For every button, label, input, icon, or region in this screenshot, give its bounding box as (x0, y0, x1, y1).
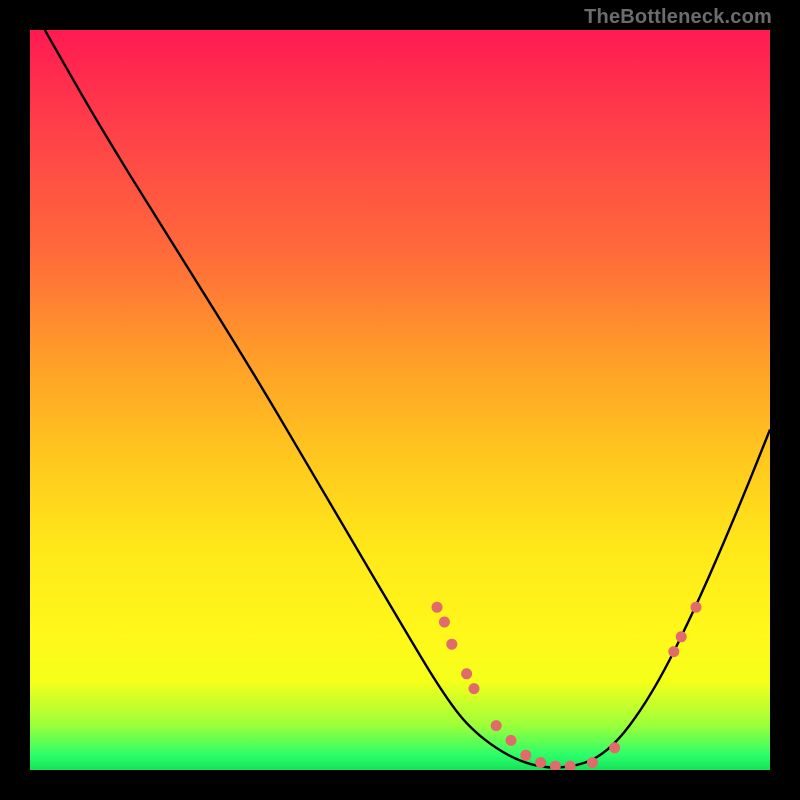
data-marker (550, 761, 561, 770)
data-marker (565, 761, 576, 770)
data-marker (491, 720, 502, 731)
data-marker (676, 631, 687, 642)
attribution-text: TheBottleneck.com (584, 6, 772, 29)
data-marker (446, 639, 457, 650)
bottleneck-curve (45, 30, 770, 768)
curve-svg (30, 30, 770, 770)
data-marker (520, 750, 531, 761)
data-marker (432, 602, 443, 613)
data-marker (609, 742, 620, 753)
data-marker (668, 646, 679, 657)
plot-area (30, 30, 770, 770)
data-marker (587, 757, 598, 768)
chart-frame: TheBottleneck.com (0, 0, 800, 800)
data-marker (469, 683, 480, 694)
data-marker (461, 668, 472, 679)
data-marker (691, 602, 702, 613)
data-marker (439, 617, 450, 628)
data-marker (506, 735, 517, 746)
data-marker (535, 757, 546, 768)
data-markers (432, 602, 702, 770)
